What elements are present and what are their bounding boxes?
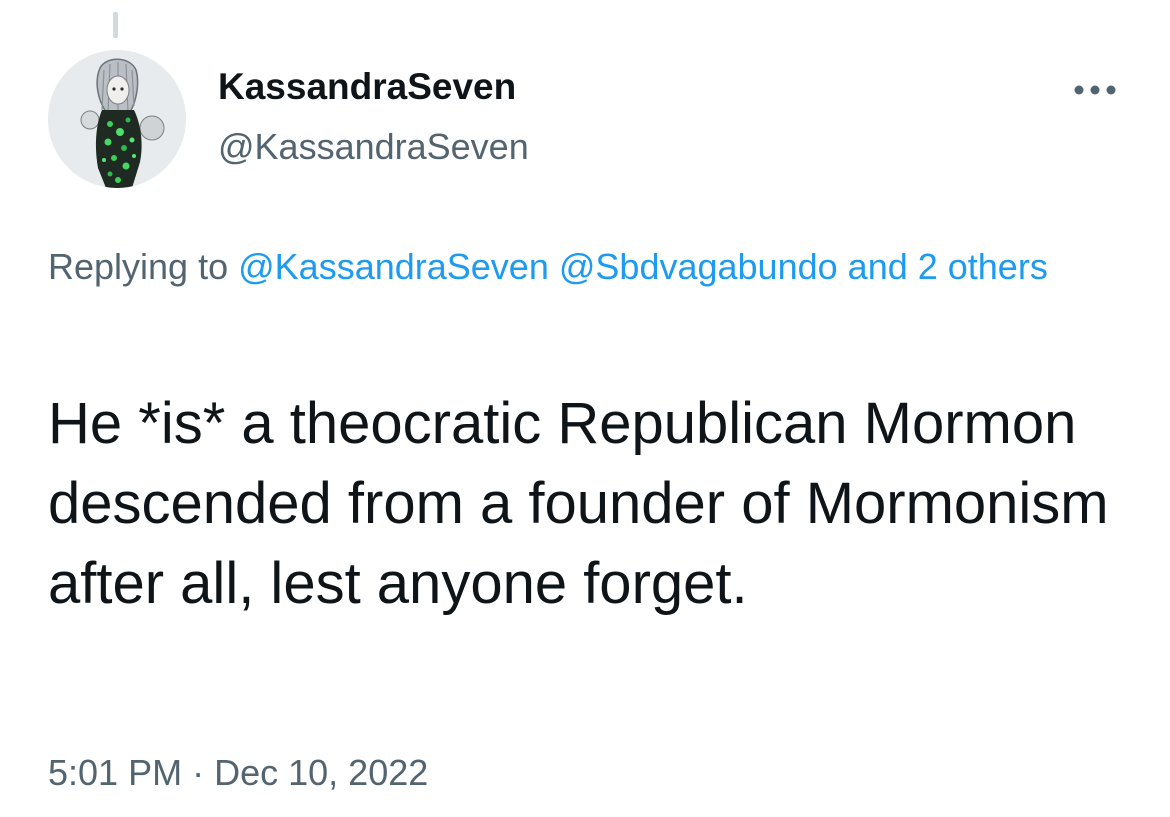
- timestamp-separator: ·: [192, 752, 205, 793]
- mention-link-sbdvagabundo[interactable]: @Sbdvagabundo: [559, 246, 838, 287]
- avatar[interactable]: [48, 50, 186, 188]
- mention-link-kassandraseven[interactable]: @KassandraSeven: [238, 246, 549, 287]
- more-options-icon: [1074, 85, 1116, 95]
- author-display-name[interactable]: KassandraSeven: [218, 66, 516, 108]
- more-options-button[interactable]: [1070, 72, 1120, 108]
- replying-to-line: Replying to @KassandraSeven @Sbdvagabund…: [48, 238, 1108, 295]
- avatar-illustration-icon: [48, 50, 186, 188]
- tweet-text: He *is* a theocratic Republican Mormon d…: [48, 391, 1109, 616]
- tweet-time[interactable]: 5:01 PM: [48, 752, 182, 793]
- thread-connector-line: [113, 12, 118, 38]
- others-link[interactable]: and 2 others: [848, 246, 1048, 287]
- replying-to-label: Replying to: [48, 246, 229, 287]
- tweet-timestamp[interactable]: 5:01 PM · Dec 10, 2022: [48, 752, 428, 794]
- tweet-date[interactable]: Dec 10, 2022: [214, 752, 428, 793]
- author-handle[interactable]: @KassandraSeven: [218, 126, 529, 168]
